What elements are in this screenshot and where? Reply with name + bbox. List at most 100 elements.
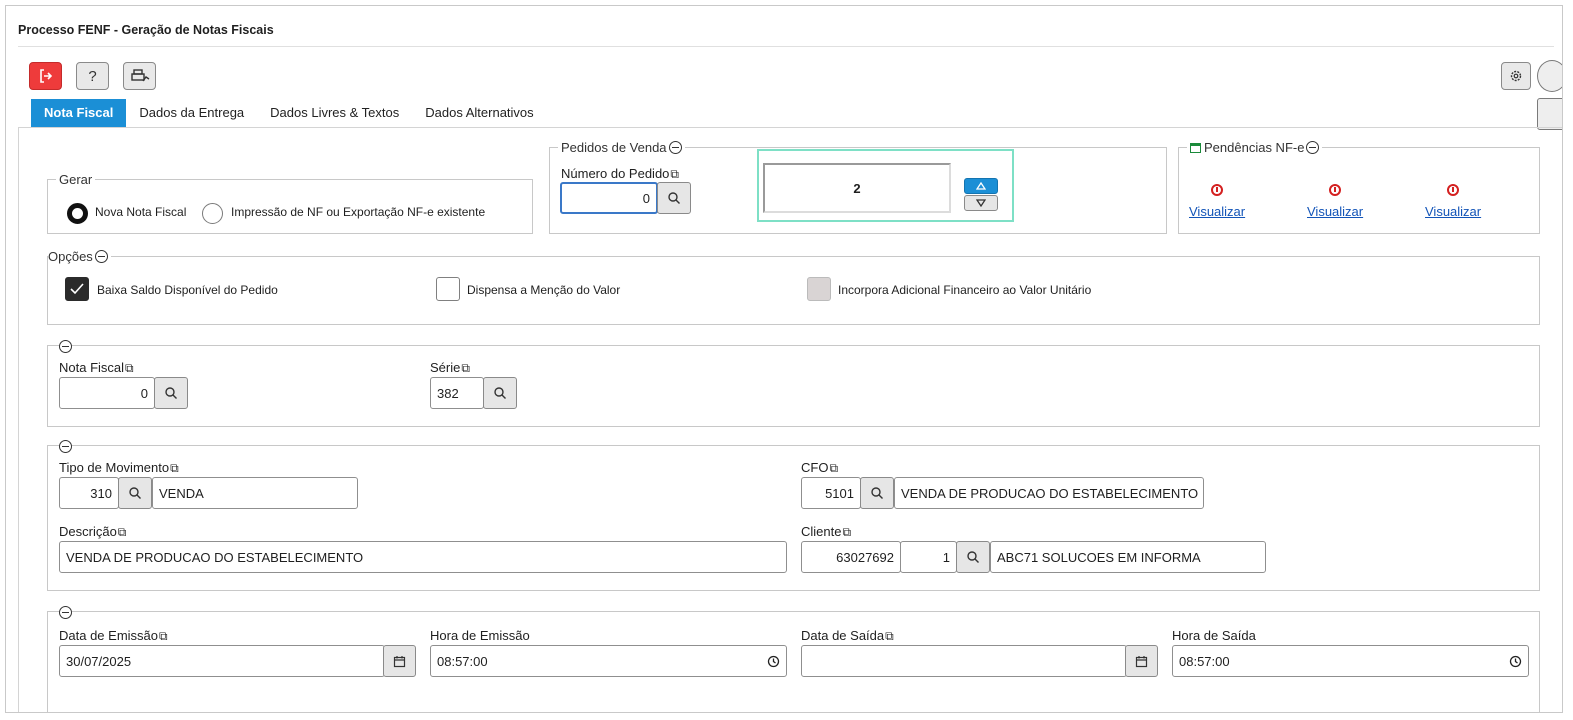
- hora-saida-input[interactable]: 08:57:00: [1172, 645, 1529, 677]
- triangle-up-icon: [976, 182, 986, 190]
- main-window: Processo FENF - Geração de Notas Fiscais…: [5, 5, 1563, 713]
- tipo-movimento-code-input[interactable]: 310: [59, 477, 119, 509]
- radio-nova-nota-fiscal-label: Nova Nota Fiscal: [95, 205, 187, 219]
- copy-icon: ⧉: [159, 629, 168, 643]
- descricao-label: Descrição⧉: [59, 524, 127, 539]
- alert-icon: [1447, 184, 1459, 196]
- help-button[interactable]: ?: [76, 62, 109, 90]
- printer-icon: [130, 69, 149, 82]
- quantity-up-button[interactable]: [964, 178, 998, 194]
- gerar-legend: Gerar: [59, 172, 93, 187]
- checkbox-dispensa-mencao[interactable]: [436, 277, 460, 301]
- cfo-desc-field: VENDA DE PRODUCAO DO ESTABELECIMENTO: [894, 477, 1204, 509]
- copy-icon: ⧉: [170, 461, 179, 475]
- print-button[interactable]: [123, 62, 156, 90]
- collapse-opcoes-icon[interactable]: [94, 250, 108, 263]
- checkbox-incorpora-adicional-label: Incorpora Adicional Financeiro ao Valor …: [838, 283, 1092, 297]
- data-saida-input[interactable]: [801, 645, 1127, 677]
- collapse-pendencias-icon[interactable]: [1306, 141, 1320, 154]
- calendar-icon: [1190, 143, 1201, 153]
- data-saida-label: Data de Saída⧉: [801, 628, 894, 643]
- collapse-panel-button[interactable]: [1537, 98, 1562, 130]
- pendencias-legend: Pendências NF-e: [1187, 140, 1322, 155]
- serie-label: Série⧉: [430, 360, 470, 375]
- pendencias-group: Pendências NF-e: [1178, 140, 1540, 234]
- settings-button[interactable]: [1501, 62, 1531, 90]
- search-icon: [494, 387, 506, 399]
- alert-icon: [1329, 184, 1341, 196]
- data-emissao-input[interactable]: 30/07/2025: [59, 645, 385, 677]
- exit-icon: [39, 69, 52, 83]
- collapse-movimento-section-icon[interactable]: [59, 440, 72, 453]
- collapse-datas-section-icon[interactable]: [59, 606, 72, 619]
- radio-impressao-nf[interactable]: [202, 203, 223, 224]
- numero-pedido-search-button[interactable]: [657, 182, 691, 214]
- cliente-search-button[interactable]: [956, 541, 990, 573]
- tipo-movimento-label: Tipo de Movimento⧉: [59, 460, 179, 475]
- cliente-name-field: ABC71 SOLUCOES EM INFORMA: [990, 541, 1266, 573]
- copy-icon: ⧉: [461, 361, 470, 375]
- data-emissao-label: Data de Emissão⧉: [59, 628, 168, 643]
- tab-dados-entrega[interactable]: Dados da Entrega: [126, 99, 257, 127]
- tab-dados-livres[interactable]: Dados Livres & Textos: [257, 99, 412, 127]
- checkbox-dispensa-mencao-label: Dispensa a Menção do Valor: [467, 283, 621, 297]
- data-saida-calendar-button[interactable]: [1125, 645, 1158, 677]
- numero-pedido-label: Número do Pedido⧉: [561, 166, 679, 181]
- cliente-label: Cliente⧉: [801, 524, 852, 539]
- visualizar-link-3[interactable]: Visualizar: [1425, 204, 1481, 219]
- search-icon: [165, 387, 177, 399]
- help-icon: ?: [88, 67, 97, 85]
- collapse-nota-section-icon[interactable]: [59, 340, 72, 353]
- gerar-group: Gerar: [47, 172, 533, 234]
- descricao-input[interactable]: VENDA DE PRODUCAO DO ESTABELECIMENTO: [59, 541, 787, 573]
- pedidos-legend: Pedidos de Venda: [558, 140, 685, 155]
- radio-nova-nota-fiscal[interactable]: [67, 203, 88, 224]
- collapse-pedidos-icon[interactable]: [668, 141, 682, 154]
- search-icon: [129, 487, 141, 499]
- tab-nota-fiscal[interactable]: Nota Fiscal: [31, 99, 127, 127]
- cfo-search-button[interactable]: [860, 477, 894, 509]
- data-emissao-calendar-button[interactable]: [383, 645, 416, 677]
- copy-icon: ⧉: [117, 525, 127, 539]
- title-divider: [18, 46, 1554, 47]
- quantity-down-button[interactable]: [964, 195, 998, 211]
- visualizar-link-2[interactable]: Visualizar: [1307, 204, 1363, 219]
- triangle-down-icon: [976, 199, 986, 207]
- search-icon: [967, 551, 979, 563]
- search-icon: [668, 192, 680, 204]
- checkmark-icon: [70, 283, 84, 295]
- tipo-movimento-desc-field: VENDA: [152, 477, 358, 509]
- radio-impressao-nf-label: Impressão de NF ou Exportação NF-e exist…: [231, 205, 486, 219]
- numero-pedido-input[interactable]: 0: [560, 182, 658, 214]
- exit-button[interactable]: [29, 62, 62, 90]
- cfo-label: CFO⧉: [801, 460, 839, 475]
- copy-icon: ⧉: [885, 629, 894, 643]
- clock-icon[interactable]: [1509, 655, 1522, 668]
- copy-icon: ⧉: [670, 167, 679, 181]
- cliente-code-input[interactable]: 63027692: [801, 541, 901, 573]
- tipo-movimento-search-button[interactable]: [118, 477, 152, 509]
- hora-emissao-label: Hora de Emissão: [430, 628, 530, 643]
- quantity-input[interactable]: 2: [763, 163, 951, 213]
- hora-emissao-input[interactable]: 08:57:00: [430, 645, 787, 677]
- serie-search-button[interactable]: [483, 377, 517, 409]
- more-options-button[interactable]: [1537, 60, 1562, 92]
- nota-fiscal-input[interactable]: 0: [59, 377, 155, 409]
- gear-icon: [1510, 70, 1522, 82]
- copy-icon: ⧉: [842, 525, 852, 539]
- calendar-icon: [1135, 655, 1148, 667]
- cliente-seq-input[interactable]: 1: [900, 541, 957, 573]
- nota-fiscal-label: Nota Fiscal⧉: [59, 360, 134, 375]
- checkbox-baixa-saldo[interactable]: [65, 277, 89, 301]
- checkbox-baixa-saldo-label: Baixa Saldo Disponível do Pedido: [97, 283, 278, 297]
- visualizar-link-1[interactable]: Visualizar: [1189, 204, 1245, 219]
- cfo-code-input[interactable]: 5101: [801, 477, 861, 509]
- tab-dados-alternativos[interactable]: Dados Alternativos: [412, 99, 546, 127]
- serie-input[interactable]: 382: [430, 377, 484, 409]
- hora-saida-value: 08:57:00: [1179, 653, 1230, 669]
- clock-icon[interactable]: [767, 655, 780, 668]
- copy-icon: ⧉: [125, 361, 134, 375]
- window-title: Processo FENF - Geração de Notas Fiscais: [18, 23, 274, 37]
- nota-fiscal-search-button[interactable]: [154, 377, 188, 409]
- alert-icon: [1211, 184, 1223, 196]
